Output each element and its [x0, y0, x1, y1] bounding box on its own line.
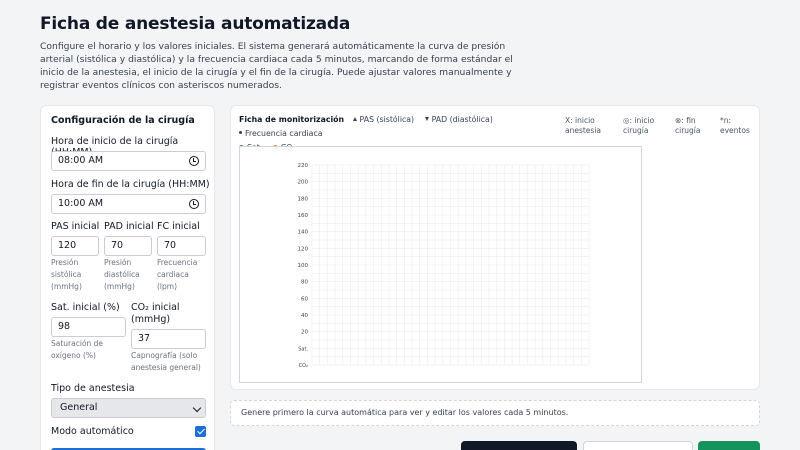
- pad-hint: Presión diastólica (mmHg): [104, 258, 140, 291]
- start-time-value: 08:00 AM: [58, 155, 104, 166]
- fc-hint: Frecuencia cardiaca (lpm): [157, 258, 198, 291]
- fc-input[interactable]: 70: [157, 236, 206, 256]
- y-tick-label: 220: [298, 163, 309, 169]
- config-title: Configuración de la cirugía: [51, 115, 195, 126]
- sat-label: Sat. inicial (%): [51, 302, 120, 313]
- clock-icon[interactable]: [189, 156, 199, 166]
- auto-mode-checkbox[interactable]: [195, 426, 206, 437]
- page-intro: Configure el horario y los valores inici…: [40, 41, 513, 91]
- y-tick-label: 60: [301, 296, 308, 302]
- monitor-chart-frame: 220 200 180 160 140 120 100 80 60 40 20 Sat. CO₂: [239, 146, 642, 383]
- pas-label: PAS inicial: [51, 221, 100, 232]
- y-tick-label: 20: [301, 330, 308, 336]
- sat-input[interactable]: 98: [51, 317, 126, 337]
- end-time-value: 10:00 AM: [58, 198, 104, 209]
- monitor-panel: Ficha de monitorización PAS (sistólica) …: [230, 105, 760, 390]
- auto-mode-label: Modo automático: [51, 426, 134, 437]
- y-tick-label: 200: [298, 180, 309, 186]
- pad-label: PAD inicial: [104, 221, 154, 232]
- primary-action-button[interactable]: [461, 441, 577, 450]
- page-title: Ficha de anestesia automatizada: [40, 14, 351, 34]
- end-time-label: Hora de fin de la cirugía (HH:MM): [51, 179, 210, 190]
- key-anesthesia-start: X: inicio anestesia: [565, 116, 602, 135]
- pas-hint: Presión sistólica (mmHg): [51, 258, 82, 291]
- sat-hint: Saturación de oxígeno (%): [51, 339, 104, 360]
- legend-pas: PAS (sistólica): [352, 115, 415, 124]
- info-message: Genere primero la curva automática para …: [230, 400, 760, 426]
- secondary-action-button[interactable]: [583, 441, 693, 450]
- legend-pad: PAD (diastólica): [424, 115, 493, 124]
- y-tick-label: 140: [298, 230, 309, 236]
- pad-input[interactable]: 70: [104, 236, 152, 256]
- pas-input[interactable]: 120: [51, 236, 99, 256]
- key-surgery-end: ⊗: fin cirugía: [675, 116, 701, 135]
- co2-hint: Capnografía (solo anestesia general): [131, 351, 201, 372]
- legend-pad-label: PAD (diastólica): [431, 115, 493, 124]
- y-tick-label: 80: [301, 280, 308, 286]
- row-label: Sat.: [298, 346, 308, 352]
- triangle-up-icon: [352, 117, 357, 121]
- monitor-chart: 220 200 180 160 140 120 100 80 60 40 20 Sat. CO₂: [298, 163, 590, 369]
- row-label: CO₂: [299, 363, 308, 369]
- y-tick-label: 160: [298, 213, 309, 219]
- key-surgery-start: ◎: inicio cirugía: [623, 116, 655, 135]
- config-panel: Configuración de la cirugía Hora de inic…: [40, 105, 215, 450]
- key-events: *n: eventos: [720, 116, 750, 135]
- anesthesia-type-label: Tipo de anestesia: [51, 383, 135, 394]
- fc-label: FC inicial: [157, 221, 200, 232]
- start-time-input[interactable]: 08:00 AM: [51, 151, 206, 171]
- clock-icon[interactable]: [189, 199, 199, 209]
- chevron-down-icon: [192, 403, 202, 413]
- anesthesia-type-value: General: [60, 402, 98, 413]
- co2-input[interactable]: 37: [131, 329, 206, 349]
- y-tick-label: 40: [301, 313, 308, 319]
- end-time-input[interactable]: 10:00 AM: [51, 194, 206, 214]
- y-tick-label: 120: [298, 246, 309, 252]
- y-tick-label: 100: [298, 263, 309, 269]
- save-button[interactable]: [698, 441, 760, 450]
- monitor-title: Ficha de monitorización: [239, 115, 345, 124]
- y-tick-label: 180: [298, 196, 309, 202]
- legend-pas-label: PAS (sistólica): [359, 115, 415, 124]
- triangle-down-icon: [424, 117, 429, 121]
- legend-fc: Frecuencia cardiaca: [239, 129, 323, 138]
- anesthesia-type-select[interactable]: General: [51, 398, 206, 418]
- dot-icon: [239, 131, 242, 134]
- co2-label: CO₂ inicial (mmHg): [131, 302, 180, 325]
- legend-fc-label: Frecuencia cardiaca: [245, 129, 323, 138]
